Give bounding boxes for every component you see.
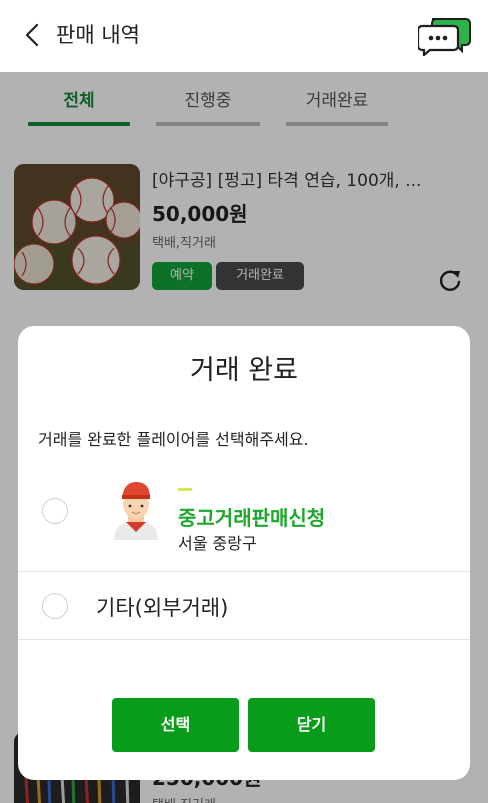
chat-button[interactable] [416, 16, 472, 58]
dialog-description: 거래를 완료한 플레이어를 선택해주세요. [38, 430, 309, 449]
other-radio[interactable] [42, 593, 68, 619]
other-option-label: 기타(외부거래) [96, 596, 229, 620]
close-button[interactable]: 닫기 [248, 698, 375, 752]
player-radio[interactable] [42, 498, 68, 524]
trade-complete-dialog: 거래 완료 거래를 완료한 플레이어를 선택해주세요. 중고거래판매신청 서울 … [18, 326, 470, 780]
player-option[interactable]: 중고거래판매신청 서울 중랑구 [18, 466, 470, 572]
player-avatar [114, 482, 158, 540]
app-header: 판매 내역 [0, 0, 488, 72]
other-option[interactable]: 기타(외부거래) [18, 572, 470, 640]
select-button[interactable]: 선택 [112, 698, 239, 752]
chevron-left-icon [25, 23, 39, 47]
back-button[interactable] [18, 20, 46, 50]
player-divider [178, 488, 192, 491]
player-name: 중고거래판매신청 [178, 506, 326, 530]
player-region: 서울 중랑구 [178, 534, 257, 553]
page-title: 판매 내역 [56, 23, 140, 47]
chat-bubbles-icon [416, 18, 471, 58]
dialog-title: 거래 완료 [190, 355, 298, 386]
